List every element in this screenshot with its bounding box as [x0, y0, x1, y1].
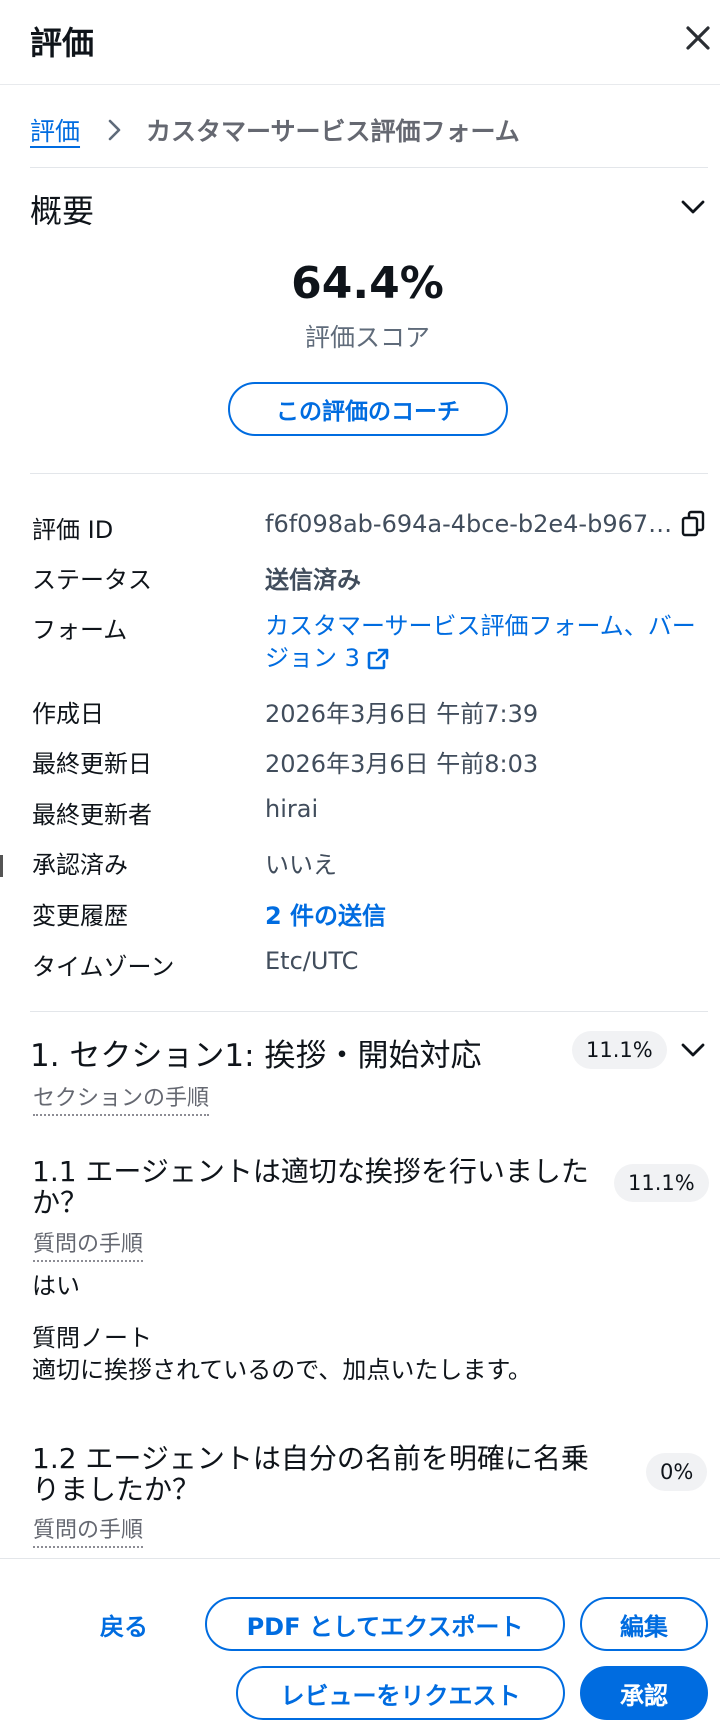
form-label: フォーム: [32, 616, 128, 644]
approved-label: 承認済み: [32, 851, 128, 879]
copy-icon[interactable]: [680, 510, 706, 538]
question-instructions-link[interactable]: 質問の手順: [33, 1226, 144, 1262]
approved-value: いいえ: [265, 851, 337, 879]
question-instructions-link[interactable]: 質問の手順: [33, 1512, 144, 1548]
divider: [30, 1011, 708, 1012]
question-title: 1.1 エージェントは適切な挨拶を行いましたか？: [32, 1155, 589, 1219]
history-link[interactable]: 2 件の送信: [265, 896, 386, 931]
form-link-text[interactable]: カスタマーサービス評価フォーム、バージョン 3: [265, 612, 696, 672]
question-answer: はい: [32, 1272, 80, 1300]
breadcrumb-current: カスタマーサービス評価フォーム: [146, 117, 520, 146]
chevron-down-icon[interactable]: [678, 1035, 708, 1065]
status-value: 送信済み: [265, 566, 361, 594]
request-review-button[interactable]: レビューをリクエスト: [236, 1666, 565, 1720]
chevron-down-icon[interactable]: [678, 192, 708, 222]
approve-button[interactable]: 承認: [580, 1666, 708, 1720]
breadcrumb-link-evaluation[interactable]: 評価: [30, 112, 80, 148]
panel-header: 評価: [0, 0, 720, 85]
evaluation-score-label: 評価スコア: [304, 323, 430, 352]
question-note: 適切に挨拶されているので、加点いたします。: [32, 1356, 532, 1384]
updated-by-label: 最終更新者: [32, 801, 152, 829]
question-score-badge: 0%: [646, 1453, 708, 1491]
timezone-label: タイムゾーン: [32, 953, 175, 981]
footer-divider: [0, 1558, 720, 1559]
external-link-icon: [367, 648, 389, 670]
edit-button[interactable]: 編集: [580, 1597, 708, 1651]
question-note-label: 質問ノート: [32, 1324, 152, 1352]
updated-value: 2026年3月6日 午前8:03: [265, 750, 539, 778]
breadcrumb: 評価 カスタマーサービス評価フォーム: [30, 110, 520, 150]
export-pdf-button[interactable]: PDF としてエクスポート: [205, 1597, 565, 1651]
section-title: 1. セクション1: 挨拶・開始対応: [30, 1038, 482, 1074]
divider: [30, 167, 708, 168]
question-title: 1.2 エージェントは自分の名前を明確に名乗りましたか？: [32, 1442, 589, 1506]
coach-evaluation-button[interactable]: この評価のコーチ: [228, 382, 508, 436]
section-score-badge: 11.1%: [572, 1031, 667, 1069]
created-value: 2026年3月6日 午前7:39: [265, 700, 539, 728]
section-instructions-link[interactable]: セクションの手順: [33, 1080, 210, 1116]
close-icon[interactable]: [680, 20, 716, 56]
overview-title: 概要: [30, 192, 95, 230]
eval-id-value: f6f098ab-694a-4bce-b2e4-b967…: [265, 510, 673, 538]
updated-by-value: hirai: [265, 795, 319, 823]
panel-title: 評価: [30, 24, 95, 62]
status-label: ステータス: [32, 566, 152, 594]
timezone-value: Etc/UTC: [265, 947, 359, 975]
evaluation-score: 64.4%: [291, 258, 444, 309]
back-button[interactable]: 戻る: [78, 1597, 170, 1651]
question-score-badge: 11.1%: [614, 1164, 709, 1202]
history-label: 変更履歴: [32, 902, 128, 930]
divider: [30, 473, 708, 474]
chevron-right-icon: [108, 119, 121, 141]
updated-label: 最終更新日: [32, 750, 152, 778]
form-link[interactable]: カスタマーサービス評価フォーム、バージョン 3: [265, 610, 705, 674]
text-cursor: [0, 855, 3, 877]
eval-id-label: 評価 ID: [32, 516, 114, 544]
created-label: 作成日: [32, 700, 104, 728]
